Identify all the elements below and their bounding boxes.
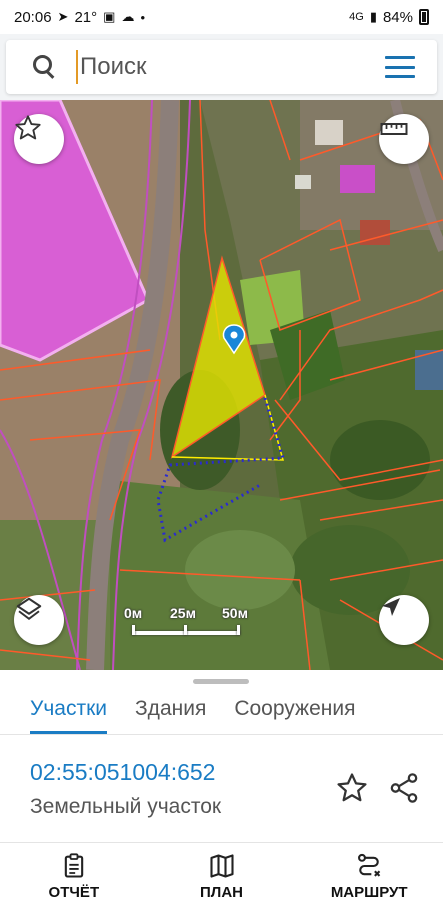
search-icon[interactable] [30,52,60,82]
network-type: 4G [349,11,364,23]
layers-icon[interactable] [14,595,64,645]
status-bar: 20:06 ➤ 21° ▣ ☁ • 4G ▮ 84% [0,0,443,34]
bottom-sheet: Участки Здания Сооружения 02:55:051004:6… [0,670,443,842]
nav-report-label: ОТЧЁТ [48,884,100,901]
tab-buildings[interactable]: Здания [121,684,220,734]
battery-icon [419,9,429,25]
report-icon [64,853,84,878]
battery-percent: 84% [382,8,413,26]
scale-tick [237,625,240,635]
dot-icon: • [140,9,145,25]
map-plan-icon [209,854,234,878]
share-icon[interactable] [387,771,423,807]
signal-icon: ▮ [369,9,377,24]
gallery-icon: ▣ [103,9,116,24]
tab-structures[interactable]: Сооружения [220,684,369,734]
scale-tick [132,625,135,635]
nav-route-label: МАРШРУТ [330,884,408,901]
app-screen: 20:06 ➤ 21° ▣ ☁ • 4G ▮ 84% Поиск 0м 25м … [0,0,443,910]
nav-route[interactable]: МАРШРУТ [295,843,443,910]
nav-plan-label: ПЛАН [200,884,243,901]
scale-tick [184,625,187,635]
weather-icon: ☁ [121,9,135,24]
navigation-arrow-icon[interactable] [379,595,429,645]
route-icon [358,853,381,877]
nav-report[interactable]: ОТЧЁТ [0,843,148,910]
map-scale: 0м 25м 50м [124,605,254,645]
scale-label-25: 25м [170,605,196,621]
top-search-area [0,34,443,100]
satellite-map [0,100,443,670]
cadastral-number[interactable]: 02:55:051004:652 [30,759,215,786]
scale-label-0: 0м [124,605,143,621]
hamburger-menu-icon[interactable] [385,56,415,78]
favorite-star-icon[interactable] [14,114,64,164]
object-tabs: Участки Здания Сооружения [0,684,443,734]
search-input[interactable] [76,50,366,84]
parcel-card[interactable]: 02:55:051004:652 Земельный участок [0,735,443,842]
status-time: 20:06 [14,8,52,26]
nav-plan[interactable]: ПЛАН [148,843,296,910]
bottom-navigation: ОТЧЁТ ПЛАН МАРШРУТ [0,842,443,910]
map-view[interactable]: 0м 25м 50м [0,100,443,670]
search-bar [6,40,437,94]
tab-parcels[interactable]: Участки [16,684,121,734]
parcel-type: Земельный участок [30,795,222,818]
scale-label-50: 50м [222,605,248,621]
status-temperature: 21° [74,8,98,26]
favorite-star-icon[interactable] [335,771,371,807]
telegram-icon: ➤ [57,9,69,24]
ruler-icon[interactable] [379,114,429,164]
